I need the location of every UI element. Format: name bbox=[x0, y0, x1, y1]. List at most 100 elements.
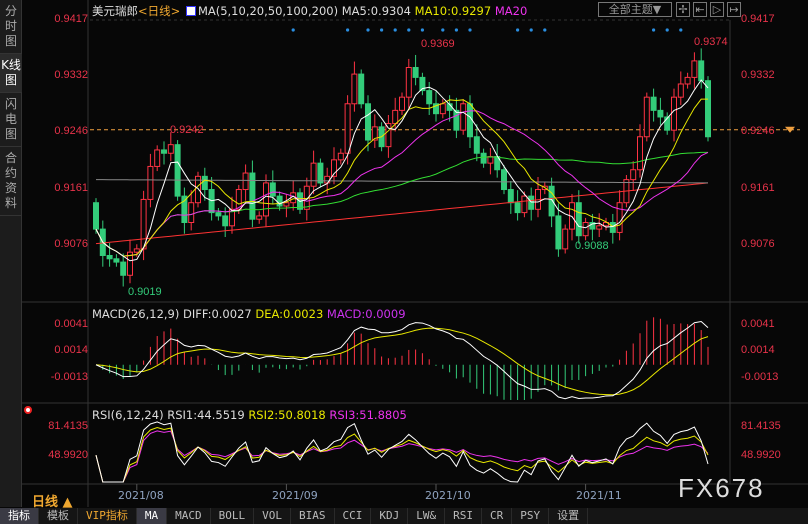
candle-up bbox=[671, 96, 677, 131]
toolbar-lw[interactable]: LW& bbox=[408, 508, 446, 524]
candle-up bbox=[562, 228, 569, 250]
y-tick-label-right: 0.9161 bbox=[741, 182, 775, 194]
toolbar-settings[interactable]: 设置 bbox=[549, 508, 589, 524]
candle-up bbox=[616, 202, 623, 233]
candle-up bbox=[487, 156, 494, 164]
ma100-line bbox=[95, 179, 709, 184]
signal-dot bbox=[516, 28, 520, 32]
signal-dot bbox=[441, 28, 445, 32]
macd-header: MACD(26,12,9) DIFF:0.0027 DEA:0.0023 MAC… bbox=[92, 307, 406, 321]
indicator-toolbar: 指标 模板 VIP指标 MA MACD BOLL VOL BIAS CCI KDJ LW& RSI CR… bbox=[0, 508, 808, 524]
candle-down bbox=[528, 195, 535, 210]
candle-down bbox=[201, 175, 208, 191]
signal-dot bbox=[529, 28, 533, 32]
candle-down bbox=[480, 152, 487, 164]
toolbar-kdj[interactable]: KDJ bbox=[371, 508, 409, 524]
candle-down bbox=[555, 215, 562, 250]
candle-up bbox=[263, 182, 269, 217]
alert-icon[interactable] bbox=[24, 406, 32, 414]
theme-dropdown[interactable]: 全部主题▼ bbox=[598, 2, 672, 17]
candle-up bbox=[310, 162, 317, 187]
ma20-value: MA20 bbox=[494, 4, 528, 18]
play-icon[interactable]: ▷ bbox=[710, 2, 724, 17]
indicator-icon[interactable] bbox=[185, 6, 196, 16]
rsi1-line bbox=[95, 421, 709, 483]
exit-icon[interactable]: ↦ bbox=[727, 2, 741, 17]
candle-up bbox=[643, 96, 650, 138]
low-annotation: 0.9019 bbox=[128, 286, 162, 298]
candle-down bbox=[215, 212, 222, 217]
macd-title: MACD(26,12,9) bbox=[92, 307, 180, 321]
candle-down bbox=[698, 60, 705, 82]
toolbar-vip[interactable]: VIP指标 bbox=[78, 508, 137, 524]
rsi-tick: 81.4135 bbox=[48, 420, 88, 432]
x-tick-label: 2021/10 bbox=[425, 489, 471, 502]
candle-down bbox=[575, 202, 582, 237]
candle-down bbox=[269, 182, 276, 197]
toolbar-ma[interactable]: MA bbox=[136, 508, 168, 524]
high-annotation: 0.9369 bbox=[421, 38, 455, 50]
rsi-header: RSI(6,12,24) RSI1:44.5519 RSI2:50.8018 R… bbox=[92, 408, 407, 422]
toolbar-macd[interactable]: MACD bbox=[167, 508, 211, 524]
rsi-title: RSI(6,12,24) bbox=[92, 408, 164, 422]
chart-canvas[interactable] bbox=[0, 0, 808, 524]
macd-diff: DIFF:0.0027 bbox=[183, 307, 252, 321]
candle-up bbox=[188, 202, 195, 224]
candle-up bbox=[133, 248, 140, 253]
toolbar-rsi[interactable]: RSI bbox=[445, 508, 482, 524]
ma50-line bbox=[95, 151, 709, 257]
ma200-line bbox=[95, 182, 709, 245]
y-tick-label: 0.9076 bbox=[54, 238, 88, 250]
candle-down bbox=[507, 189, 514, 204]
toolbar-cr[interactable]: CR bbox=[482, 508, 513, 524]
candle-up bbox=[392, 109, 399, 125]
candle-down bbox=[453, 109, 460, 131]
candle-up bbox=[439, 103, 446, 115]
candle-up bbox=[337, 152, 344, 161]
toolbar-psy[interactable]: PSY bbox=[512, 508, 550, 524]
candle-up bbox=[521, 195, 528, 214]
rsi3-value: RSI3:51.8805 bbox=[329, 408, 407, 422]
candle-up bbox=[405, 66, 412, 98]
y-tick-label-right: 0.9332 bbox=[741, 69, 775, 81]
candle-down bbox=[181, 195, 188, 224]
candle-up bbox=[324, 175, 331, 184]
toolbar-vol[interactable]: VOL bbox=[254, 508, 291, 524]
candle-up bbox=[344, 103, 351, 154]
candle-up bbox=[167, 144, 174, 154]
candle-down bbox=[705, 80, 711, 138]
candle-down bbox=[657, 109, 664, 118]
crosshair-icon[interactable]: ✢ bbox=[676, 2, 690, 17]
y-tick-label: 0.9161 bbox=[54, 182, 88, 194]
zoom-range-icon[interactable]: ⇤ bbox=[693, 2, 707, 17]
signal-dot bbox=[454, 28, 458, 32]
candle-down bbox=[514, 202, 521, 214]
candle-down bbox=[113, 258, 120, 263]
toolbar-boll[interactable]: BOLL bbox=[211, 508, 255, 524]
candle-up bbox=[582, 222, 589, 237]
macd-dea: DEA:0.0023 bbox=[255, 307, 324, 321]
signal-dot bbox=[380, 28, 384, 32]
toolbar-cci[interactable]: CCI bbox=[335, 508, 372, 524]
candle-up bbox=[684, 76, 691, 85]
candle-up bbox=[351, 73, 358, 105]
candle-up bbox=[596, 225, 603, 230]
x-tick-label: 2021/09 bbox=[272, 489, 318, 502]
candle-down bbox=[120, 261, 127, 276]
signal-dot bbox=[407, 28, 411, 32]
signal-dot bbox=[291, 28, 295, 32]
candle-up bbox=[283, 202, 290, 207]
candle-down bbox=[174, 144, 181, 197]
candle-up bbox=[154, 149, 161, 167]
toolbar-bias[interactable]: BIAS bbox=[291, 508, 335, 524]
toolbar-template[interactable]: 模板 bbox=[39, 508, 78, 524]
toolbar-indicator[interactable]: 指标 bbox=[0, 508, 39, 524]
signal-dot bbox=[420, 28, 424, 32]
x-tick-label: 2021/11 bbox=[576, 489, 622, 502]
rsi-tick-right: 81.4135 bbox=[741, 420, 781, 432]
candle-down bbox=[650, 96, 657, 111]
candle-up bbox=[256, 215, 263, 220]
signal-dot bbox=[393, 28, 397, 32]
candle-down bbox=[106, 254, 113, 260]
high-annotation: 0.9242 bbox=[170, 124, 204, 136]
